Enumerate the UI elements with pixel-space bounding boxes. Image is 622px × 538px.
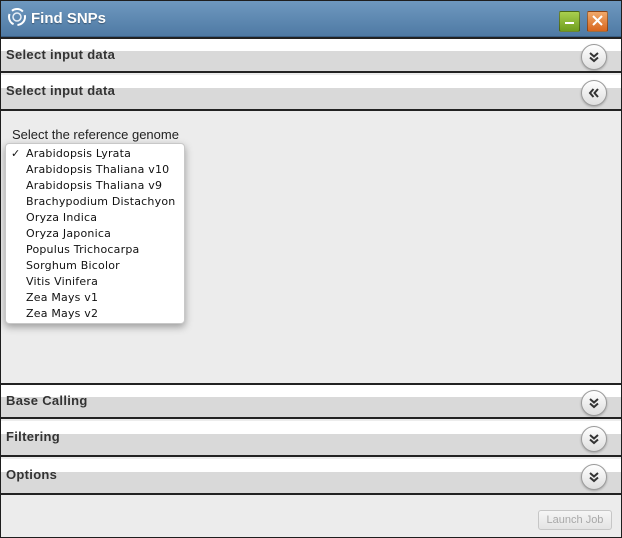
title-bar[interactable]: Find SNPs [1,1,621,37]
panel-title: Options [6,467,58,482]
panel-title: Select input data [6,83,116,98]
find-snps-window: Find SNPs Select input data Select input… [0,0,622,538]
checkmark-icon: ✓ [11,147,21,160]
panel-header-filtering[interactable]: Filtering [1,421,621,457]
panel-header-base-calling[interactable]: Base Calling [1,383,621,419]
panel-header-select-input-1[interactable]: Select input data [1,37,621,73]
dropdown-option[interactable]: ✓ Arabidopsis Lyrata [6,146,184,162]
minimize-button[interactable] [559,11,580,32]
dropdown-option[interactable]: Sorghum Bicolor [6,258,184,274]
dropdown-option[interactable]: Oryza Indica [6,210,184,226]
panel-header-select-input-2[interactable]: Select input data [1,75,621,111]
expand-button[interactable] [581,426,607,452]
panel-title: Select input data [6,47,116,62]
swirl-logo-icon [6,6,28,28]
minimize-icon [564,13,575,31]
launch-job-button[interactable]: Launch Job [538,510,612,530]
collapse-button[interactable] [581,80,607,106]
expand-button[interactable] [581,464,607,490]
dropdown-option[interactable]: Brachypodium Distachyon [6,194,184,210]
dropdown-option[interactable]: Zea Mays v1 [6,290,184,306]
panel-header-options[interactable]: Options [1,459,621,495]
footer: Launch Job [1,499,621,537]
dropdown-option[interactable]: Arabidopsis Thaliana v9 [6,178,184,194]
panel-title: Filtering [6,429,60,444]
dropdown-option[interactable]: Arabidopsis Thaliana v10 [6,162,184,178]
dropdown-option[interactable]: Zea Mays v2 [6,306,184,322]
dropdown-option[interactable]: Populus Trichocarpa [6,242,184,258]
dropdown-option[interactable]: Vitis Vinifera [6,274,184,290]
panel-title: Base Calling [6,393,88,408]
reference-genome-label: Select the reference genome [12,127,179,142]
expand-button[interactable] [581,44,607,70]
close-button[interactable] [587,11,608,32]
close-icon [592,13,603,31]
expand-button[interactable] [581,390,607,416]
window-title: Find SNPs [31,10,107,27]
reference-genome-dropdown[interactable]: ✓ Arabidopsis Lyrata Arabidopsis Thalian… [5,143,185,324]
select-input-panel-body: Select the reference genome ✓ Arabidopsi… [1,113,621,383]
dropdown-option[interactable]: Oryza Japonica [6,226,184,242]
